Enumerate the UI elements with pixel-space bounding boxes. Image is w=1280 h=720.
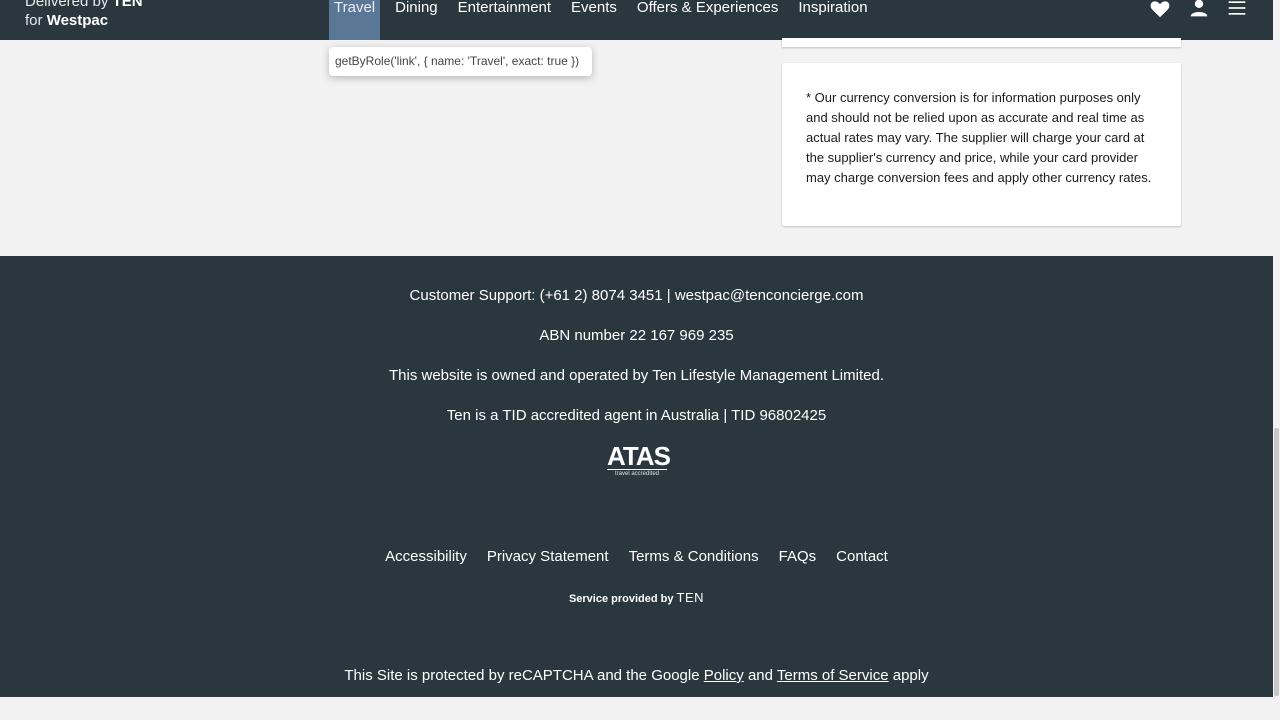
service-provided-text: Service provided by: [568, 593, 674, 605]
nav-events[interactable]: Events: [566, 0, 622, 40]
top-navigation-bar: Delivered by TEN for Westpac Travel Dini…: [0, 0, 1273, 40]
nav-offers-experiences[interactable]: Offers & Experiences: [632, 0, 783, 40]
recaptcha-notice: This Site is protected by reCAPTCHA and …: [0, 667, 1273, 684]
nav-dining[interactable]: Dining: [390, 0, 443, 40]
heart-icon[interactable]: [1149, 0, 1171, 20]
recaptcha-prefix-text: This Site is protected by reCAPTCHA and …: [344, 667, 700, 684]
footer-link-contact[interactable]: Contact: [836, 548, 888, 565]
user-icon[interactable]: [1189, 0, 1209, 20]
brand-logo[interactable]: Delivered by TEN for Westpac: [25, 0, 143, 30]
atas-logo: ATAS travel accredited: [607, 441, 671, 481]
google-policy-link[interactable]: Policy: [704, 667, 744, 684]
scrollbar-thumb[interactable]: [1274, 428, 1279, 696]
brand-westpac: Westpac: [46, 12, 109, 29]
footer-link-terms-conditions[interactable]: Terms & Conditions: [629, 548, 759, 565]
abn-text: ABN number 22 167 969 235: [539, 327, 734, 344]
locator-tooltip: getByRole('link', { name: 'Travel', exac…: [329, 47, 592, 76]
currency-disclaimer-text: * Our currency conversion is for informa…: [806, 90, 1152, 185]
footer-link-faqs[interactable]: FAQs: [779, 548, 817, 565]
nav-travel[interactable]: Travel: [329, 0, 381, 40]
recaptcha-and-text: and: [747, 667, 773, 684]
google-terms-link[interactable]: Terms of Service: [777, 667, 889, 684]
nav-inspiration[interactable]: Inspiration: [793, 0, 872, 40]
page-scrollbar[interactable]: [1273, 0, 1280, 720]
ten-logo: TEN: [112, 0, 143, 10]
footer-link-privacy-statement[interactable]: Privacy Statement: [487, 548, 609, 565]
card-bottom-edge: [782, 38, 1181, 47]
currency-disclaimer-card: * Our currency conversion is for informa…: [782, 63, 1181, 226]
ten-footer-logo: TEN: [676, 590, 705, 605]
brand-delivered-by: Delivered by: [25, 0, 109, 10]
service-provided-by: Service provided by TEN: [0, 590, 1273, 605]
footer-link-accessibility[interactable]: Accessibility: [385, 548, 467, 565]
nav-entertainment[interactable]: Entertainment: [453, 0, 556, 40]
atas-logo-text: ATAS: [607, 441, 671, 471]
main-nav: Travel Dining Entertainment Events Offer…: [329, 0, 883, 40]
header-actions: [1149, 0, 1247, 20]
owner-text: This website is owned and operated by Te…: [388, 367, 884, 384]
customer-support-text: Customer Support: (+61 2) 8074 3451 | we…: [409, 287, 864, 304]
brand-for: for: [25, 12, 43, 29]
footer: Customer Support: (+61 2) 8074 3451 | we…: [0, 256, 1273, 697]
recaptcha-suffix-text: apply: [892, 667, 929, 684]
menu-icon[interactable]: [1227, 0, 1247, 20]
atas-logo-subtext: travel accredited: [607, 469, 667, 478]
footer-links: Accessibility Privacy Statement Terms & …: [0, 548, 1273, 565]
tid-text: Ten is a TID accredited agent in Austral…: [446, 407, 827, 424]
